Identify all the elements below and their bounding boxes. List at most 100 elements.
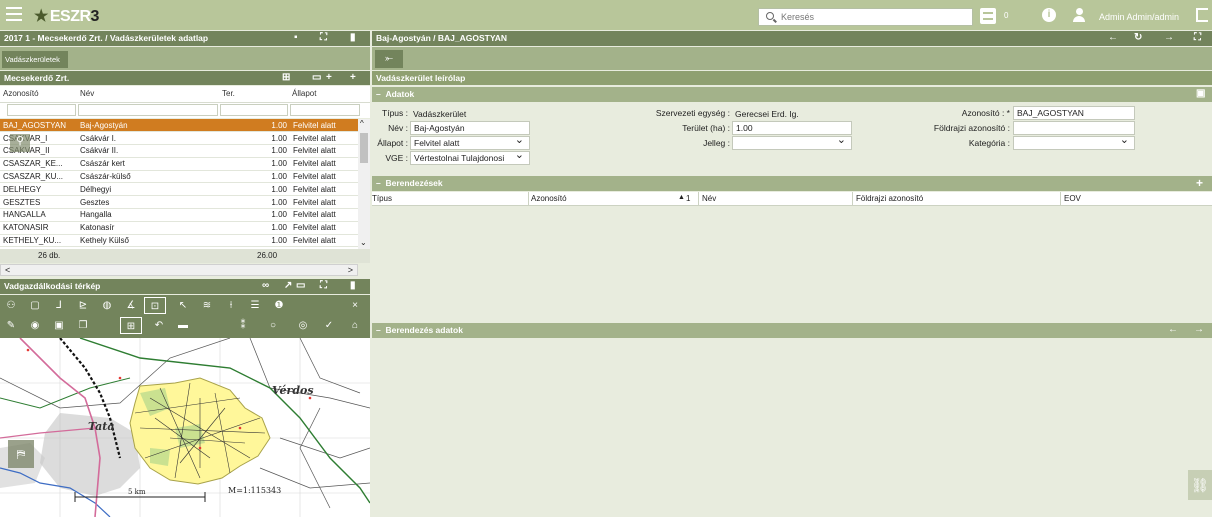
character-label: Jelleg : (703, 138, 730, 148)
zoom-box-icon[interactable]: ⊡ (144, 297, 166, 314)
table-row[interactable]: CSASZAR_KE... Császár kert 1.00 Felvitel al… (0, 157, 358, 171)
layers-icon[interactable]: ≋ (196, 297, 218, 314)
expand-map-icon[interactable]: ⛶ (320, 279, 327, 293)
measure-icon[interactable]: ⚇ (0, 297, 22, 314)
add-icon[interactable]: + (326, 71, 332, 85)
geo-field[interactable] (1013, 121, 1135, 135)
expand-icon[interactable]: ⛶ (320, 31, 327, 45)
paste-icon[interactable]: ⊞ (120, 317, 142, 334)
table-row[interactable]: BAJ_AGOSTYAN Baj-Agostyán 1.00 Felvitel ala… (0, 119, 358, 133)
table-row[interactable]: CSASZAR_KU... Császár-külső 1.00 Felvitel a… (0, 170, 358, 184)
share-icon[interactable]: ↗ (284, 279, 292, 293)
name-field[interactable]: Baj-Agostyán (410, 121, 530, 135)
table-row[interactable]: KATONASIR Katonasír 1.00 Felvitel alatt (0, 221, 358, 235)
save-icon[interactable]: ▣ (1196, 87, 1205, 101)
undo-icon[interactable]: ↶ (148, 317, 170, 334)
filter-id[interactable] (7, 104, 76, 116)
state-select[interactable]: Felvitel alatt (410, 134, 530, 150)
eq-col-nev[interactable]: Név (702, 194, 716, 203)
link-icon[interactable]: ∞ (262, 279, 269, 293)
app-logo[interactable]: ★ ESZR3 (34, 6, 99, 26)
tab-vadaszkeruletek[interactable]: Vadászkerületek (2, 51, 68, 68)
map-canvas[interactable]: Tata Vérdos 5 km M=1:115343 ⛿ (0, 338, 370, 517)
vge-select[interactable]: Vértestolnai Tulajdonosi (410, 149, 530, 165)
cell-id: KATONASIR (0, 221, 77, 235)
print-map-icon[interactable]: ▭ (296, 279, 305, 293)
route-icon[interactable]: ⅃ (48, 297, 70, 314)
area-field[interactable]: 1.00 (732, 121, 852, 135)
filter-status[interactable] (290, 104, 360, 116)
back-icon[interactable]: ← (1108, 31, 1118, 45)
link-float-icon[interactable]: ⛓ (1188, 470, 1212, 500)
angle-icon[interactable]: ∡ (120, 297, 142, 314)
eq-col-azonosito[interactable]: Azonosító (531, 194, 567, 203)
filter-name[interactable] (78, 104, 218, 116)
chart-icon[interactable]: ⊵ (72, 297, 94, 314)
table-row[interactable]: KETHELY_KU... Kethely Külső 1.00 Felvitel a… (0, 234, 358, 248)
table-row[interactable]: DELHEGY Délhegyi 1.00 Felvitel alatt (0, 182, 358, 197)
eq-col-eov[interactable]: EOV (1064, 194, 1081, 203)
close-map-icon[interactable]: × (344, 297, 366, 314)
section-adatok[interactable]: – Adatok ▣ (372, 87, 1212, 102)
list-icon[interactable]: ☰ (244, 297, 266, 314)
copy-icon[interactable]: ❐ (72, 317, 94, 334)
dot-circle-icon[interactable]: ◎ (292, 317, 314, 334)
node-icon[interactable]: ⁑ (232, 317, 254, 334)
expand-right-icon[interactable]: ⛶ (1194, 31, 1201, 45)
circle-icon[interactable]: ○ (262, 317, 284, 334)
id-field[interactable]: BAJ_AGOSTYAN (1013, 106, 1135, 120)
table-row[interactable]: HANGALLA Hangalla 1.00 Felvitel alatt (0, 208, 358, 222)
filter-area[interactable] (220, 104, 288, 116)
section-berendezes-adatok[interactable]: – Berendezés adatok ← → (372, 323, 1212, 338)
prev-icon[interactable]: ← (1168, 323, 1178, 337)
eq-col-tipus[interactable]: Típus (372, 194, 392, 203)
home-icon[interactable]: ⌂ (344, 317, 366, 334)
col-ter[interactable]: Ter. (222, 89, 235, 98)
export-icon[interactable]: ▭ (312, 71, 321, 85)
print-icon[interactable] (980, 8, 996, 24)
split-icon[interactable]: ▮ (350, 31, 356, 45)
user-name: Admin Admin/admin (1099, 12, 1180, 22)
zoom-tool-icon[interactable]: ⚲ (10, 134, 30, 152)
pin-icon[interactable]: ⍿ (220, 297, 242, 314)
table-row[interactable]: GESZTES Gesztes 1.00 Felvitel alatt (0, 195, 358, 210)
vge-label: VGE : (385, 153, 408, 163)
cell-name: Csákvár II. (77, 144, 220, 158)
table-row[interactable]: CSAKVAR_ICsákvár I.1.00Felvitel alatt (0, 131, 358, 146)
table-row[interactable]: CSAKVAR_IICsákvár II.1.00Felvitel alatt (0, 144, 358, 158)
tab-hunting[interactable]: ⤜ (375, 50, 403, 68)
info-icon[interactable]: i (1042, 8, 1056, 22)
eq-col-geo[interactable]: Földrajzi azonosító (856, 194, 923, 203)
category-label: Kategória : (968, 138, 1010, 148)
add-equipment-icon[interactable]: + (1196, 176, 1203, 190)
info-list-icon[interactable]: ❶ (268, 297, 290, 314)
refresh-icon[interactable]: ↻ (1134, 31, 1142, 45)
search-input[interactable]: Keresés (758, 8, 973, 26)
window-icon[interactable]: ▪ (294, 31, 298, 45)
split-map-icon[interactable]: ▮ (350, 279, 356, 293)
character-select[interactable] (732, 134, 852, 150)
category-select[interactable] (1013, 134, 1135, 150)
logout-icon[interactable] (1196, 8, 1208, 22)
pencil-icon[interactable]: ✎ (0, 317, 22, 334)
target-icon[interactable]: ◉ (24, 317, 46, 334)
columns-icon[interactable]: ⊞ (282, 71, 290, 85)
col-nev[interactable]: Név (80, 89, 94, 98)
save-map-icon[interactable]: ▣ (48, 317, 70, 334)
section-berendezesek[interactable]: – Berendezések + (372, 176, 1212, 191)
square-icon[interactable]: ▢ (24, 297, 46, 314)
check-icon[interactable]: ✓ (318, 317, 340, 334)
next-icon[interactable]: → (1194, 323, 1204, 337)
globe-icon[interactable]: ◍ (96, 297, 118, 314)
horizontal-scrollbar[interactable]: < > (0, 264, 358, 276)
forward-icon[interactable]: → (1164, 31, 1174, 45)
add-icon-2[interactable]: + (350, 71, 356, 85)
col-allapot[interactable]: Állapot (292, 89, 316, 98)
area-label: Terület (ha) : (682, 123, 730, 133)
col-azonosito[interactable]: Azonosító (3, 89, 39, 98)
table-scrollbar[interactable]: ^ ⌄ (358, 119, 370, 249)
menu-icon[interactable] (6, 7, 22, 21)
delete-icon[interactable]: ▬ (172, 317, 194, 334)
pointer-icon[interactable]: ↖ (172, 297, 194, 314)
map-layer-icon[interactable]: ⛿ (8, 440, 34, 468)
